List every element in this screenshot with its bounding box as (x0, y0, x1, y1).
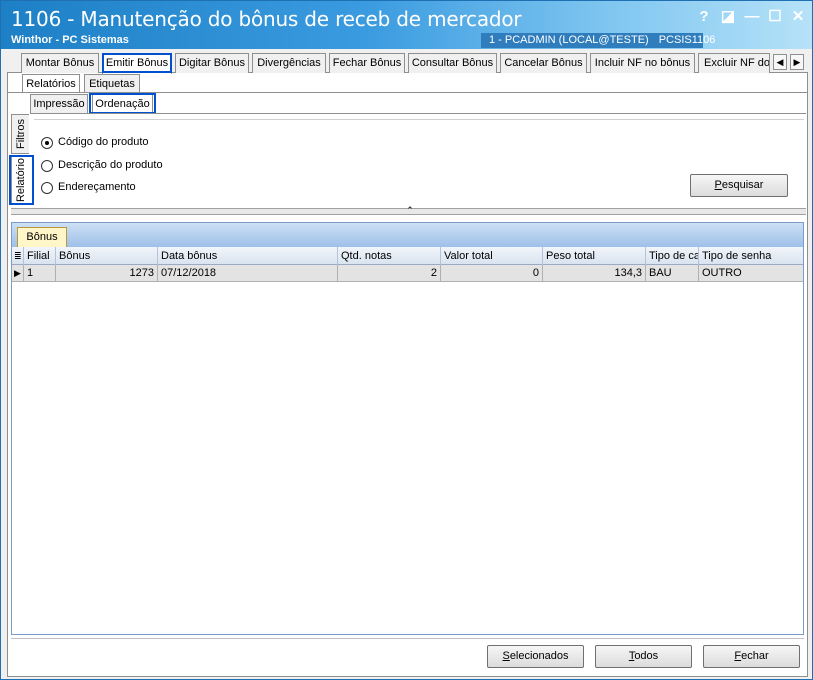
bonus-grid: Bônus ≣ Filial Bônus Data bônus Qtd. not… (11, 222, 804, 635)
cell-tipo-senha[interactable]: OUTRO (699, 265, 803, 281)
column-header-data-bonus[interactable]: Data bônus (158, 247, 338, 265)
app-window: 1106 - Manutenção do bônus de receb de m… (0, 0, 813, 680)
user-info-bar: 1 - PCADMIN (LOCAL@TESTE) PCSIS1106 (481, 33, 715, 48)
window-title: 1106 - Manutenção do bônus de receb de m… (11, 7, 522, 31)
grid-header: ≣ Filial Bônus Data bônus Qtd. notas Val… (12, 247, 803, 265)
column-header-tipo-carga[interactable]: Tipo de ca (646, 247, 699, 265)
column-header-tipo-senha[interactable]: Tipo de senha (699, 247, 803, 265)
all-button-label: odos (634, 650, 659, 662)
cell-tipo-carga[interactable]: BAU (646, 265, 699, 281)
grid-group-band: Bônus (12, 223, 803, 247)
tab-montar-bonus[interactable]: Montar Bônus (21, 53, 99, 73)
row-pointer-icon: ▶ (12, 265, 24, 281)
cell-qtd-notas[interactable]: 2 (338, 265, 441, 281)
selected-button-label: elecionados (509, 650, 569, 662)
column-header-filial[interactable]: Filial (24, 247, 56, 265)
maximize-button[interactable]: ☐ (766, 8, 784, 26)
all-button[interactable]: Todos (595, 645, 692, 668)
program-code: PCSIS1106 (658, 34, 716, 46)
close-button[interactable]: ✕ (789, 8, 807, 26)
side-tab-filtros[interactable]: Filtros (11, 114, 29, 154)
cell-peso-total[interactable]: 134,3 (543, 265, 646, 281)
tab-consultar-bonus[interactable]: Consultar Bônus (408, 53, 497, 73)
radio-empty-icon (41, 182, 53, 194)
selected-button[interactable]: Selecionados (487, 645, 584, 668)
user-info: 1 - PCADMIN (LOCAL@TESTE) (489, 34, 649, 46)
radio-label: Código do produto (58, 136, 149, 148)
tab-digitar-bonus[interactable]: Digitar Bônus (175, 53, 249, 73)
tab-scroll-left-icon[interactable]: ◀ (773, 54, 787, 70)
tab-cancelar-bonus[interactable]: Cancelar Bônus (500, 53, 587, 73)
tab-relatorios[interactable]: Relatórios (22, 74, 80, 93)
cell-data-bonus[interactable]: 07/12/2018 (158, 265, 338, 281)
cell-bonus[interactable]: 1273 (56, 265, 158, 281)
radio-label: Endereçamento (58, 181, 136, 193)
radio-selected-icon (41, 137, 53, 149)
cell-filial[interactable]: 1 (24, 265, 56, 281)
title-bar: 1106 - Manutenção do bônus de receb de m… (1, 1, 812, 49)
highlight-emitir-bonus (102, 53, 172, 73)
tab-incluir-nf[interactable]: Incluir NF no bônus (590, 53, 695, 73)
column-header-bonus[interactable]: Bônus (56, 247, 158, 265)
minimize-button[interactable]: — (743, 8, 761, 26)
panel-splitter[interactable]: ⌃ (11, 205, 806, 215)
cell-valor-total[interactable]: 0 (441, 265, 543, 281)
radio-empty-icon (41, 160, 53, 172)
tab-scroll-right-icon[interactable]: ▶ (790, 54, 804, 70)
window-subtitle: Winthor - PC Sistemas (11, 34, 129, 46)
highlight-relatorio (9, 155, 34, 205)
tab-fechar-bonus[interactable]: Fechar Bônus (329, 53, 405, 73)
side-tab-filtros-label: Filtros (14, 119, 27, 149)
tab-impressao[interactable]: Impressão (30, 94, 88, 113)
tab-divergencias[interactable]: Divergências (252, 53, 326, 73)
close-form-button[interactable]: Fechar (703, 645, 800, 668)
selected-button-hotkey: S (502, 650, 510, 662)
column-chooser-icon[interactable]: ≣ (12, 247, 24, 265)
innertab-divider (30, 113, 806, 114)
column-header-valor-total[interactable]: Valor total (441, 247, 543, 265)
column-header-peso-total[interactable]: Peso total (543, 247, 646, 265)
search-button-label: esquisar (721, 179, 764, 191)
search-button-hotkey: P (714, 179, 722, 191)
footer-divider (11, 638, 804, 639)
table-row[interactable]: ▶ 1 1273 07/12/2018 2 0 134,3 BAU OUTRO (12, 265, 803, 282)
column-header-qtd-notas[interactable]: Qtd. notas (338, 247, 441, 265)
highlight-ordenacao (89, 93, 156, 114)
radio-label: Descrição do produto (58, 159, 163, 171)
close-form-button-label: echar (741, 650, 769, 662)
search-button[interactable]: Pesquisar (690, 174, 788, 197)
restore-button[interactable]: ◪ (719, 8, 737, 26)
collapse-arrow-icon[interactable]: ⌃ (400, 205, 420, 215)
grid-tab-bonus[interactable]: Bônus (17, 227, 67, 247)
options-frame-top (34, 119, 804, 120)
tab-excluir-nf[interactable]: Excluir NF do b (698, 53, 770, 73)
tab-etiquetas[interactable]: Etiquetas (84, 74, 140, 93)
help-button[interactable]: ? (695, 8, 713, 26)
